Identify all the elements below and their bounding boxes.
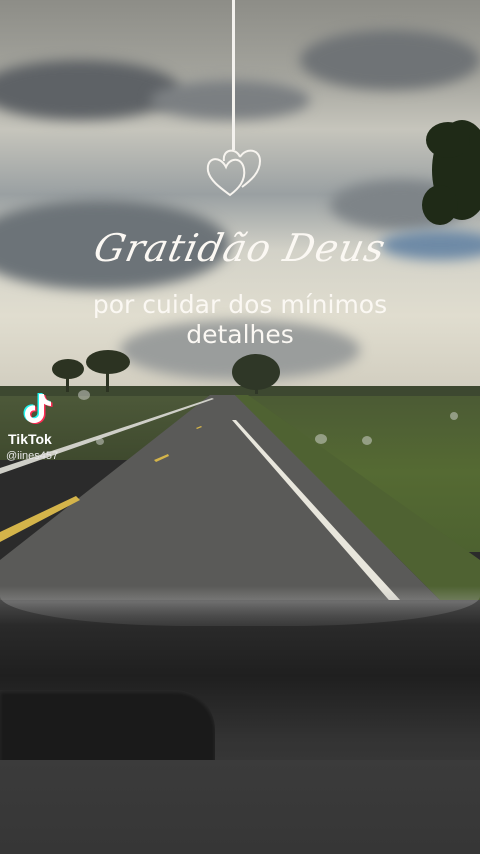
tiktok-username: @iines457 <box>6 450 59 462</box>
raindrop <box>315 434 327 444</box>
tiktok-watermark: TikTok @iines457 <box>6 390 96 462</box>
tiktok-note-icon <box>23 393 53 424</box>
double-heart-outline-icon <box>206 149 262 197</box>
hanging-string <box>232 0 235 150</box>
dashboard-lower <box>0 760 480 854</box>
subtitle-line-1: por cuidar dos mínimos <box>92 290 388 319</box>
subtitle-line-2: detalhes <box>186 320 294 349</box>
tiktok-brand: TikTok <box>8 431 52 447</box>
subtitle: por cuidar dos mínimos detalhes <box>0 290 480 350</box>
raindrop <box>450 412 458 420</box>
raindrop <box>96 438 104 445</box>
script-title: Gratidão Deus <box>90 226 390 270</box>
tree-top-right <box>422 120 480 225</box>
raindrop <box>362 436 372 445</box>
video-frame: Gratidão Deus por cuidar dos mínimos det… <box>0 0 480 854</box>
tree-left-2 <box>86 350 130 392</box>
